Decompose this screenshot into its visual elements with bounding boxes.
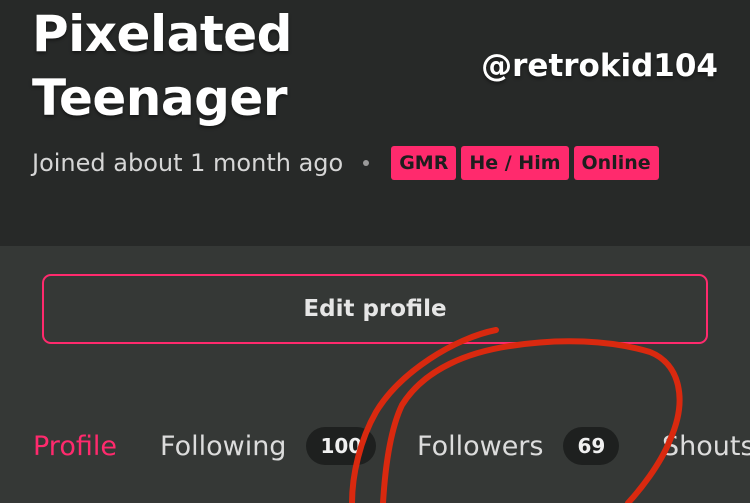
followers-count-badge: 69 <box>563 427 620 465</box>
separator-dot-icon <box>363 160 370 166</box>
username-handle: @retrokid104 <box>481 48 718 84</box>
joined-date: Joined about 1 month ago <box>32 149 344 177</box>
badge-online-status: Online <box>573 146 659 180</box>
tab-following[interactable]: Following 100 <box>160 422 377 470</box>
badge-pronouns: He / Him <box>461 146 569 180</box>
display-name: Pixelated Teenager <box>32 5 292 127</box>
edit-profile-button[interactable]: Edit profile <box>42 274 708 344</box>
tab-shouts[interactable]: Shouts <box>662 422 750 470</box>
tab-shouts-label: Shouts <box>662 430 750 462</box>
profile-screen: Pixelated Teenager @retrokid104 Joined a… <box>0 0 750 503</box>
profile-tabs: Profile Following 100 Followers 69 Shout… <box>0 422 750 472</box>
tab-followers-label: Followers <box>417 430 544 462</box>
edit-profile-label: Edit profile <box>303 296 447 322</box>
following-count-badge: 100 <box>306 427 377 465</box>
tab-followers[interactable]: Followers 69 <box>417 422 620 470</box>
tab-profile-label: Profile <box>33 430 117 462</box>
badge-gmr: GMR <box>391 146 457 180</box>
tab-profile[interactable]: Profile <box>33 422 117 470</box>
profile-meta: Joined about 1 month ago GMR He / Him On… <box>32 144 664 182</box>
tab-following-label: Following <box>160 430 287 462</box>
